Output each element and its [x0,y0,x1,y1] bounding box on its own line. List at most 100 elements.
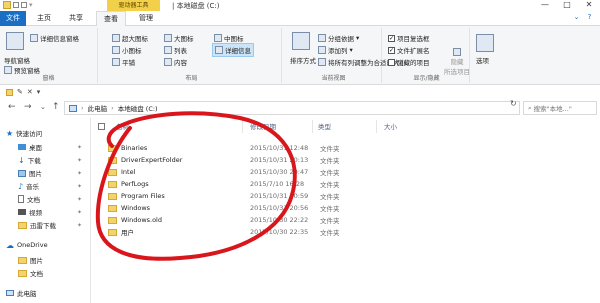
pin-icon[interactable]: ✎ [17,88,23,96]
hidden-items-label: 隐藏的项目 [397,59,430,67]
file-row[interactable]: Intel 2015/10/30 20:47 文件夹 [108,166,508,178]
nav-item-onedrive[interactable]: ☁ OneDrive [0,239,86,251]
layout-content[interactable]: 内容 [164,57,187,67]
column-header-name[interactable]: 名称 [116,121,129,131]
new-folder-icon[interactable] [21,2,27,8]
chevron-down-icon[interactable]: ⌄ [40,103,46,111]
column-header-size[interactable]: 大小 [384,121,397,131]
desktop-icon [18,144,26,150]
layout-label: 中图标 [224,35,244,43]
sort-by-button[interactable]: 排序方式 [290,55,316,65]
file-extensions-toggle[interactable]: ✓ 文件扩展名 [388,45,430,55]
file-row[interactable]: Windows.old 2015/10/30 22:22 文件夹 [108,214,508,226]
tab-share[interactable]: 共享 [62,11,90,26]
file-date: 2015/10/30 22:22 [250,216,309,224]
layout-list[interactable]: 列表 [164,45,187,55]
search-box[interactable]: ⌕ 搜索"本地..." [523,101,597,115]
layout-medium-icons[interactable]: 中图标 [214,33,244,43]
nav-label: 迅雷下载 [30,222,56,230]
forward-arrow-icon[interactable]: → [24,102,32,112]
pin-icon: ✦ [76,169,82,177]
file-row[interactable]: 用户 2015/10/30 22:35 文件夹 [108,226,508,238]
back-arrow-icon[interactable]: ← [8,102,16,112]
nav-item-this-pc[interactable]: 此电脑 [0,287,86,299]
select-all-checkbox[interactable] [98,123,105,130]
file-row[interactable]: Windows 2015/10/31 20:56 文件夹 [108,202,508,214]
file-date: 2015/10/30 22:35 [250,228,309,236]
collapse-ribbon-icon[interactable]: ⌄ [572,13,581,22]
nav-label: 此电脑 [17,290,37,298]
group-by-button[interactable]: 分组依据 ▾ [318,33,359,43]
file-row[interactable]: Program Files 2015/10/31 20:59 文件夹 [108,190,508,202]
nav-item-pictures[interactable]: 图片 ✦ [0,167,86,179]
hide-selected-button[interactable]: 隐藏 所选项目 [444,48,470,76]
file-type: 文件夹 [320,205,340,213]
breadcrumb-this-pc[interactable]: 此电脑 [88,103,108,113]
file-row[interactable]: PerfLogs 2015/7/10 16:28 文件夹 [108,178,508,190]
ribbon: 导航窗格 预览窗格 详细信息窗格 窗格 超大图标 大图标 中图标 小图标 列表 … [0,26,600,85]
pin-icon: ✦ [76,143,82,151]
list-icon [164,46,172,54]
file-row[interactable]: DriverExpertFolder 2015/10/31 20:13 文件夹 [108,154,508,166]
dropdown-arrow-icon[interactable]: ▾ [29,1,33,10]
nav-label: 下载 [27,157,41,165]
maximize-button[interactable]: □ [556,0,578,11]
nav-pane-button[interactable]: 导航窗格 [4,55,30,65]
details-pane-button[interactable]: 详细信息窗格 [30,33,79,43]
column-divider[interactable] [376,120,377,133]
file-name: Program Files [121,192,165,200]
column-header-date[interactable]: 修改日期 [250,121,276,131]
item-checkboxes-toggle[interactable]: ✓ 项目复选框 [388,33,430,43]
nav-label: 文档 [27,196,40,204]
pane-divider[interactable] [90,118,91,303]
drive-tools-label: 驱动器工具 [107,0,160,11]
hidden-items-toggle[interactable]: 隐藏的项目 [388,57,430,67]
nav-label: OneDrive [17,241,48,249]
nav-item-music[interactable]: ♪ 音乐 ✦ [0,180,86,192]
nav-item-videos[interactable]: 视频 ✦ [0,206,86,218]
tab-manage[interactable]: 管理 [132,11,160,26]
file-date: 2015/7/10 16:28 [250,180,305,188]
layout-small-icons[interactable]: 小图标 [112,45,142,55]
folder-icon[interactable] [6,88,13,96]
extra-large-icons-icon [112,34,120,42]
layout-tiles[interactable]: 平铺 [112,57,135,67]
add-columns-label: 添加列 [328,47,348,55]
tab-view[interactable]: 查看 [96,11,126,27]
nav-item-thunder-downloads[interactable]: 迅雷下载 ✦ [0,219,86,231]
nav-item-downloads[interactable]: ↓ 下载 ✦ [0,154,86,166]
add-columns-button[interactable]: 添加列 ▾ [318,45,353,55]
computer-icon [69,104,77,112]
nav-item-onedrive-documents[interactable]: 文档 [0,267,86,279]
minimize-button[interactable]: — [534,0,556,11]
address-bar[interactable]: › 此电脑 › 本地磁盘 (C:) [64,101,520,115]
column-divider[interactable] [312,120,313,133]
file-row[interactable]: Binaries 2015/10/31 12:48 文件夹 [108,142,508,154]
nav-item-desktop[interactable]: 桌面 ✦ [0,141,86,153]
help-icon[interactable]: ? [585,13,594,22]
delete-icon[interactable]: ✕ [27,88,33,96]
refresh-icon[interactable]: ↻ [510,99,517,108]
layout-label: 列表 [174,47,187,55]
chevron-down-icon[interactable]: ▾ [37,88,41,96]
nav-item-documents[interactable]: 文档 ✦ [0,193,86,205]
breadcrumb-drive[interactable]: 本地磁盘 (C:) [118,103,158,113]
title-quick-icons: ▾ [3,1,33,10]
nav-item-quick-access[interactable]: ★ 快速访问 [0,127,86,139]
up-arrow-icon[interactable]: ↑ [52,102,60,112]
details-pane-label: 详细信息窗格 [40,35,79,43]
tab-file[interactable]: 文件 [0,11,26,26]
properties-icon[interactable] [13,2,19,8]
layout-extra-large-icons[interactable]: 超大图标 [112,33,148,43]
close-button[interactable]: ✕ [578,0,600,11]
small-icons-icon [112,46,120,54]
column-divider[interactable] [242,120,243,133]
column-header-type[interactable]: 类型 [318,121,331,131]
nav-item-onedrive-pictures[interactable]: 图片 [0,254,86,266]
file-name: Intel [121,168,136,176]
tab-home[interactable]: 主页 [30,11,58,26]
options-button[interactable]: 选项 [476,55,489,65]
nav-pane-icon [6,32,24,50]
layout-details[interactable]: 详细信息 [212,43,254,57]
layout-large-icons[interactable]: 大图标 [164,33,194,43]
